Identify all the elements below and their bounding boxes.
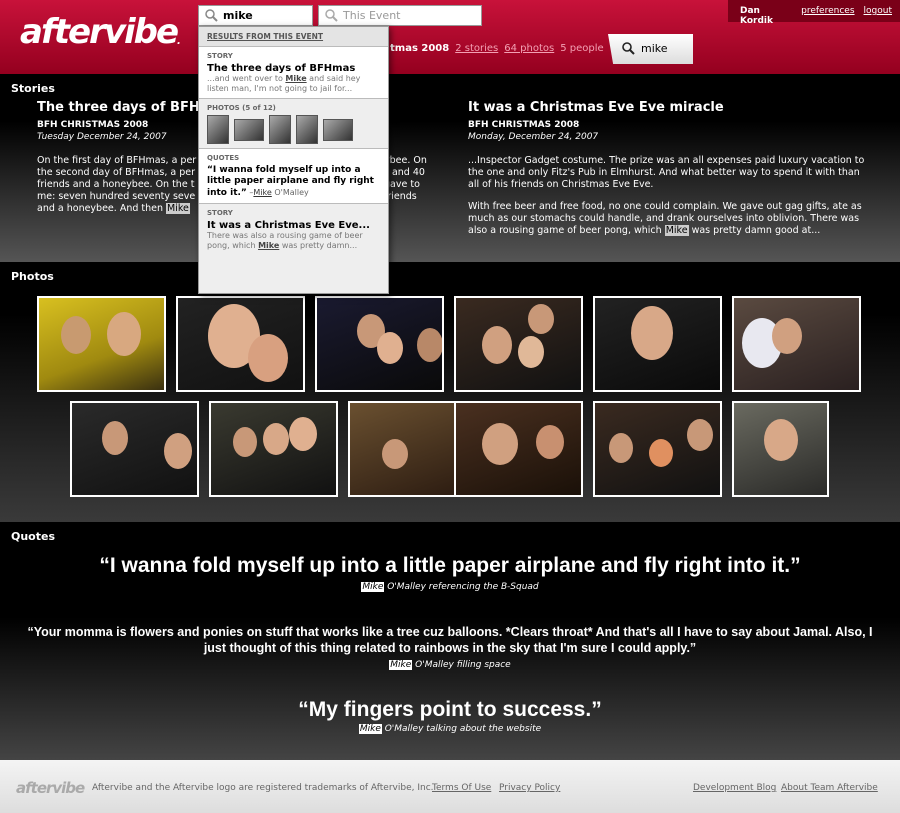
photo-thumbnail[interactable] — [37, 296, 166, 392]
photo-thumbnail[interactable] — [454, 296, 583, 392]
quote-text: “Your momma is flowers and ponies on stu… — [27, 625, 873, 655]
dropdown-result-story[interactable]: STORY The three days of BFHmas ...and we… — [199, 47, 388, 99]
aftervibe-logo[interactable]: aftervibe. — [20, 12, 181, 52]
result-category: QUOTES — [207, 154, 240, 162]
story-paragraph: With free beer and free food, no one cou… — [468, 201, 862, 236]
terms-link[interactable]: Terms Of Use — [432, 783, 491, 793]
result-title: It was a Christmas Eve Eve... — [207, 220, 370, 231]
quotes-section: Quotes “I wanna fold myself up into a li… — [0, 522, 900, 760]
photo-thumbnail[interactable] — [176, 296, 305, 392]
event-title[interactable]: tmas 2008 — [390, 43, 449, 54]
photo-thumbnail[interactable] — [732, 296, 861, 392]
quote-item[interactable]: “I wanna fold myself up into a little pa… — [0, 554, 900, 592]
result-title: The three days of BFHmas — [207, 63, 356, 74]
about-link[interactable]: About Team Aftervibe — [781, 783, 878, 793]
search-highlight: Mike — [166, 203, 190, 214]
story-date: Monday, December 24, 2007 — [468, 132, 599, 142]
photo-thumbs — [207, 115, 380, 144]
quote-attribution: Mike O'Malley referencing the B-Squad — [361, 582, 539, 592]
photos-count-link[interactable]: 64 photos — [504, 43, 554, 54]
photo-thumb[interactable] — [269, 115, 291, 144]
photo-thumbnail[interactable] — [209, 401, 338, 497]
result-quote: “I wanna fold myself up into a little pa… — [207, 165, 374, 198]
photo-thumbnail[interactable] — [454, 401, 583, 497]
quote-item[interactable]: “My fingers point to success.” Mike O'Ma… — [0, 698, 900, 734]
stories-section: Stories The three days of BFHmas BFH CHR… — [0, 74, 900, 262]
photo-thumbnail[interactable] — [732, 401, 829, 497]
photos-section: Photos — [0, 262, 900, 522]
result-snippet: ...and went over to Mike and said hey li… — [207, 74, 361, 93]
quote-attribution: Mike O'Malley filling space — [389, 660, 511, 670]
dropdown-result-photos[interactable]: PHOTOS (5 of 12) — [199, 99, 388, 149]
result-snippet: There was also a rousing game of beer po… — [207, 231, 363, 250]
section-label-quotes: Quotes — [11, 530, 56, 543]
photo-thumb[interactable] — [296, 115, 318, 144]
dropdown-result-story[interactable]: STORY It was a Christmas Eve Eve... Ther… — [199, 204, 388, 255]
quote-item[interactable]: “Your momma is flowers and ponies on stu… — [0, 624, 900, 670]
story-title[interactable]: It was a Christmas Eve Eve miracle — [468, 100, 873, 115]
photo-thumb[interactable] — [323, 119, 353, 141]
quote-text: “My fingers point to success.” — [298, 698, 602, 721]
footer-logo[interactable]: aftervibe — [16, 779, 85, 797]
result-category: STORY — [207, 209, 233, 217]
photo-thumbnail[interactable] — [70, 401, 199, 497]
user-name: Dan Kordik — [740, 6, 773, 26]
privacy-link[interactable]: Privacy Policy — [499, 783, 560, 793]
photo-thumb[interactable] — [207, 115, 229, 144]
global-search-input[interactable]: mike — [198, 5, 313, 26]
dropdown-result-quote[interactable]: QUOTES “I wanna fold myself up into a li… — [199, 149, 388, 204]
event-search-input[interactable]: This Event — [318, 5, 482, 26]
photo-thumbnail[interactable] — [315, 296, 444, 392]
preferences-link[interactable]: preferences — [801, 6, 854, 22]
trademark-text: Aftervibe and the Aftervibe logo are reg… — [92, 783, 434, 793]
people-count[interactable]: 5 people — [560, 43, 603, 54]
result-category: STORY — [207, 52, 233, 60]
footer: aftervibe Aftervibe and the Aftervibe lo… — [0, 760, 900, 813]
stories-count-link[interactable]: 2 stories — [455, 43, 498, 54]
quote-attribution: Mike O'Malley talking about the website — [358, 724, 542, 734]
photo-thumbnail[interactable] — [593, 296, 722, 392]
search-results-dropdown: RESULTS FROM THIS EVENT STORY The three … — [198, 26, 389, 294]
quote-text: “I wanna fold myself up into a little pa… — [99, 554, 801, 577]
search-icon — [622, 42, 635, 55]
user-bar: Dan Kordik preferences logout — [728, 0, 900, 26]
dropdown-heading: RESULTS FROM THIS EVENT — [199, 27, 388, 47]
result-category: PHOTOS (5 of 12) — [207, 104, 276, 112]
logout-link[interactable]: logout — [864, 6, 892, 22]
photo-thumbnail[interactable] — [593, 401, 722, 497]
search-icon — [325, 9, 338, 22]
story-event: BFH CHRISTMAS 2008 — [468, 120, 580, 130]
story-right[interactable]: It was a Christmas Eve Eve miracle BFH C… — [468, 100, 873, 247]
section-label-photos: Photos — [11, 270, 54, 283]
event-bar: tmas 2008 2 stories 64 photos 5 people — [390, 43, 604, 54]
photo-thumb[interactable] — [234, 119, 264, 141]
dev-blog-link[interactable]: Development Blog — [693, 783, 776, 793]
section-label-stories: Stories — [11, 82, 55, 95]
search-icon — [205, 9, 218, 22]
header: aftervibe. Dan Kordik preferences logout… — [0, 0, 900, 74]
search-highlight: Mike — [664, 225, 689, 236]
search-result-tab[interactable]: mike — [608, 34, 693, 64]
story-paragraph: ...Inspector Gadget costume. The prize w… — [468, 155, 865, 190]
